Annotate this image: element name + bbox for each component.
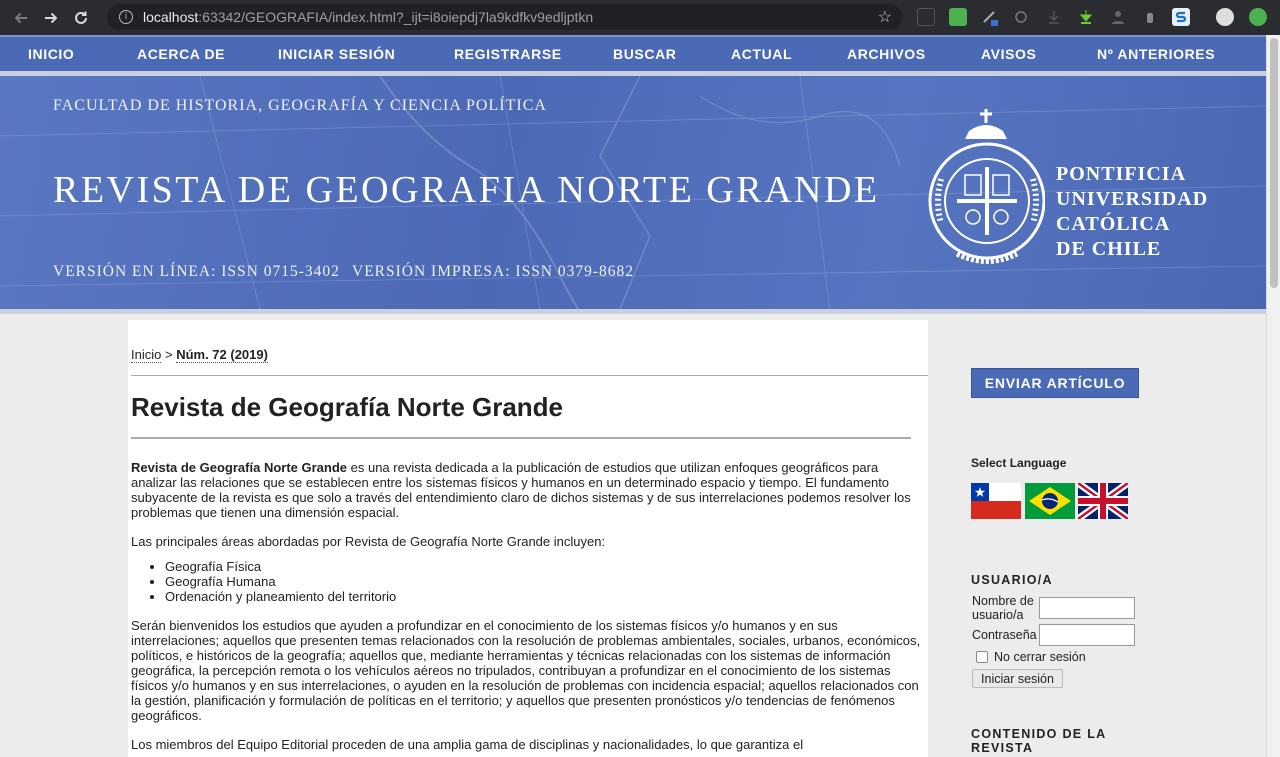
profile-avatar-icon[interactable]: [1216, 8, 1234, 26]
site-header: FACULTAD DE HISTORIA, GEOGRAFÍA Y CIENCI…: [0, 76, 1266, 309]
divider: [131, 375, 928, 376]
faculty-name: FACULTAD DE HISTORIA, GEOGRAFÍA Y CIENCI…: [53, 97, 547, 114]
nav-acerca-de[interactable]: ACERCA DE: [137, 46, 225, 62]
breadcrumb-home[interactable]: Inicio: [131, 347, 162, 363]
bookmark-star-icon[interactable]: ☆: [878, 7, 892, 27]
extension-person-icon[interactable]: [1109, 8, 1127, 26]
nav-actual[interactable]: ACTUAL: [731, 46, 792, 62]
nav-numeros-anteriores[interactable]: Nº ANTERIORES: [1097, 46, 1215, 62]
user-block-title: USUARIO/A: [971, 573, 1053, 587]
main-nav: INICIO ACERCA DE INICIAR SESIÓN REGISTRA…: [0, 35, 1266, 71]
nav-inicio[interactable]: INICIO: [28, 46, 74, 62]
issn-online: VERSIÓN EN LÍNEA: ISSN 0715-3402: [53, 263, 340, 280]
back-icon[interactable]: [6, 3, 36, 33]
url-text: localhost:63342/GEOGRAFIA/index.html?_ij…: [143, 9, 594, 25]
divider: [131, 437, 911, 439]
extension-s-icon[interactable]: [1172, 8, 1190, 26]
breadcrumb: Inicio > Núm. 72 (2019): [131, 347, 268, 363]
extension-arrow-icon[interactable]: [1077, 8, 1095, 26]
uk-flag-icon[interactable]: [1078, 483, 1128, 519]
main-content: Inicio > Núm. 72 (2019) Revista de Geogr…: [128, 320, 928, 757]
chile-flag-icon[interactable]: [971, 483, 1021, 519]
forward-icon[interactable]: [36, 3, 66, 33]
nav-archivos[interactable]: ARCHIVOS: [847, 46, 926, 62]
breadcrumb-current[interactable]: Núm. 72 (2019): [176, 347, 268, 363]
update-icon[interactable]: [1249, 8, 1267, 26]
download-icon[interactable]: [1045, 8, 1063, 26]
editorial-paragraph: Los miembros del Equipo Editorial proced…: [131, 737, 804, 752]
login-button[interactable]: Iniciar sesión: [972, 669, 1063, 688]
list-item: Ordenación y planeamiento del territorio: [165, 589, 921, 604]
extension-green-icon[interactable]: [949, 8, 967, 26]
journal-title[interactable]: REVISTA DE GEOGRAFIA NORTE GRANDE: [53, 168, 880, 212]
submit-article-button[interactable]: ENVIAR ARTÍCULO: [971, 368, 1139, 398]
extension-bottle-icon[interactable]: [1141, 8, 1159, 26]
areas-list: Geografía Física Geografía Humana Ordena…: [165, 559, 921, 604]
university-seal-logo[interactable]: [927, 109, 1045, 269]
areas-intro: Las principales áreas abordadas por Revi…: [131, 534, 606, 549]
nav-avisos[interactable]: AVISOS: [981, 46, 1036, 62]
extension-translate-icon[interactable]: [1013, 8, 1031, 26]
language-title: Select Language: [971, 456, 1067, 470]
remember-me-checkbox[interactable]: [976, 651, 988, 663]
username-label: Nombre de usuario/a: [972, 594, 1034, 622]
nav-iniciar-sesion[interactable]: INICIAR SESIÓN: [278, 46, 395, 62]
page-scrollbar[interactable]: [1266, 35, 1280, 757]
password-label: Contraseña: [972, 628, 1037, 642]
list-item: Geografía Humana: [165, 574, 921, 589]
issn-print: VERSIÓN IMPRESA: ISSN 0379-8682: [352, 263, 635, 280]
welcome-paragraph: Serán bienvenidos los estudios que ayude…: [131, 618, 921, 723]
nav-registrarse[interactable]: REGISTRARSE: [454, 46, 562, 62]
extension-icon[interactable]: [917, 8, 935, 26]
university-name: PONTIFICIA UNIVERSIDAD CATÓLICA DE CHILE: [1056, 163, 1209, 260]
page-title: Revista de Geografía Norte Grande: [131, 392, 564, 422]
browser-toolbar: i localhost:63342/GEOGRAFIA/index.html?_…: [0, 0, 1280, 35]
reload-icon[interactable]: [66, 3, 96, 33]
journal-content-title: CONTENIDO DE LA REVISTA: [971, 727, 1107, 755]
journal-description: Revista de Geografía Norte Grande es una…: [131, 460, 921, 757]
nav-buscar[interactable]: BUSCAR: [613, 46, 677, 62]
list-item: Geografía Física: [165, 559, 921, 574]
username-input[interactable]: [1039, 597, 1135, 619]
intro-paragraph: Revista de Geografía Norte Grande es una…: [131, 460, 911, 520]
scrollbar-thumb[interactable]: [1270, 38, 1278, 288]
password-input[interactable]: [1039, 624, 1135, 646]
extension-pen-icon[interactable]: [981, 8, 999, 26]
brazil-flag-icon[interactable]: [1025, 483, 1075, 519]
remember-me-label: No cerrar sesión: [994, 650, 1086, 664]
site-info-icon[interactable]: i: [119, 10, 133, 24]
header-divider: [0, 309, 1266, 314]
address-bar[interactable]: i localhost:63342/GEOGRAFIA/index.html?_…: [107, 4, 902, 30]
